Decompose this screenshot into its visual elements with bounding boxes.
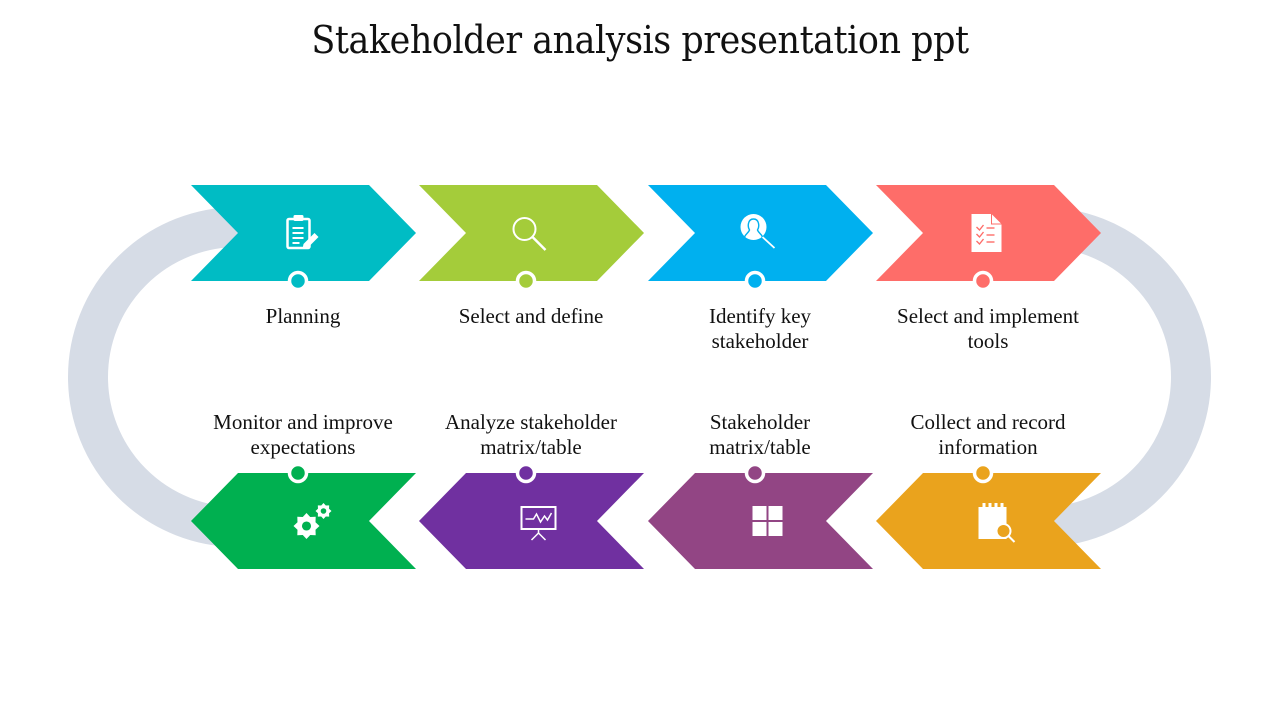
bottom-step-label-3: Stakeholder matrix/table: [709, 410, 811, 459]
bottom-step-3: [648, 462, 873, 569]
top-step-label-4: Select and implement tools: [897, 304, 1079, 353]
bottom-step-label-2: Analyze stakeholder matrix/table: [444, 410, 617, 459]
top-connector-dot-2: [515, 270, 537, 292]
top-chevron-2: [419, 185, 644, 281]
bottom-step-label-4: Collect and record information: [910, 410, 1066, 459]
checklist-document-icon: [971, 214, 1002, 252]
top-step-3: [648, 185, 873, 292]
bottom-chevron-3: [648, 473, 873, 569]
top-step-label-2: Select and define: [458, 304, 604, 328]
top-step-label-3: Identify key stakeholder: [708, 304, 812, 353]
bottom-step-label-1: Monitor and improve expectations: [213, 410, 393, 459]
bottom-connector-dot-2: [515, 462, 537, 484]
top-step-2: [419, 185, 644, 292]
bottom-connector-dot-3: [744, 462, 766, 484]
top-connector-dot-3: [744, 270, 766, 292]
bottom-step-2: [419, 462, 644, 569]
top-connector-dot-4: [972, 270, 994, 292]
process-diagram: [68, 185, 1211, 569]
bottom-connector-dot-1: [287, 462, 309, 484]
bottom-connector-dot-4: [972, 462, 994, 484]
top-step-label-1: Planning: [265, 304, 341, 328]
bottom-step-1: [191, 462, 416, 569]
bottom-chevron-2: [419, 473, 644, 569]
top-step-4: [876, 185, 1101, 292]
top-connector-dot-1: [287, 270, 309, 292]
